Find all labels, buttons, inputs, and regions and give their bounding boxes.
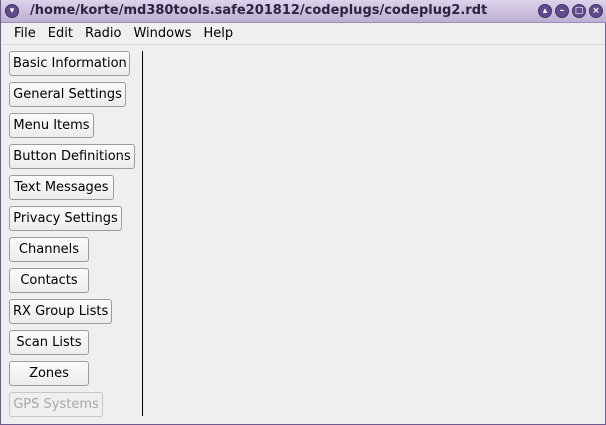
menu-file[interactable]: File [2,23,42,45]
menu-radio[interactable]: Radio [79,23,128,45]
menu-windows[interactable]: Windows [127,23,197,45]
window-controls: ▴ – □ × [538,4,603,18]
menu-items-button[interactable]: Menu Items [9,113,94,138]
rx-group-lists-button[interactable]: RX Group Lists [9,299,112,324]
contacts-button[interactable]: Contacts [9,268,89,293]
menu-edit[interactable]: Edit [42,23,79,45]
app-window: ▾ /home/korte/md380tools.safe201812/code… [0,0,606,425]
window-title: /home/korte/md380tools.safe201812/codepl… [30,3,488,18]
basic-information-button[interactable]: Basic Information [9,51,130,76]
scan-lists-button[interactable]: Scan Lists [9,330,89,355]
minimize-icon[interactable]: – [555,4,569,18]
shade-icon[interactable]: ▴ [538,4,552,18]
general-settings-button[interactable]: General Settings [9,82,126,107]
channels-button[interactable]: Channels [9,237,89,262]
gps-systems-button: GPS Systems [9,392,103,417]
window-menu-icon[interactable]: ▾ [5,4,19,18]
content-area [144,46,604,422]
close-icon[interactable]: × [589,4,603,18]
menu-help[interactable]: Help [198,23,240,45]
text-messages-button[interactable]: Text Messages [9,175,114,200]
title-bar[interactable]: ▾ /home/korte/md380tools.safe201812/code… [1,0,606,23]
button-definitions-button[interactable]: Button Definitions [9,144,135,169]
privacy-settings-button[interactable]: Privacy Settings [9,206,122,231]
menu-bar: File Edit Radio Windows Help [2,23,605,45]
splitter[interactable] [142,51,143,416]
maximize-icon[interactable]: □ [572,4,586,18]
zones-button[interactable]: Zones [9,361,89,386]
